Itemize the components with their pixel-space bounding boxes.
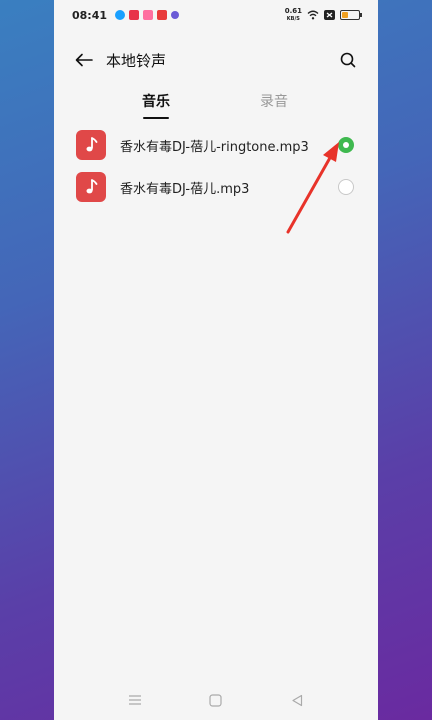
music-file-icon [76, 130, 106, 160]
home-button[interactable] [204, 688, 228, 712]
status-time: 08:41 [72, 8, 108, 22]
page-title: 本地铃声 [106, 51, 167, 70]
qq-icon [115, 10, 126, 20]
tab-music[interactable]: 音乐 [106, 88, 206, 120]
list-item[interactable]: 香水有毒DJ-蓓儿-ringtone.mp3 [54, 124, 378, 166]
search-button[interactable] [336, 48, 360, 72]
app-notification-icon [171, 11, 180, 19]
back-triangle-icon [292, 694, 303, 706]
phone-screen: 08:41 0.61 KB/S 本地铃声 音乐 录音 香水有毒DJ-蓓儿-rin… [54, 0, 378, 720]
ringtone-list: 香水有毒DJ-蓓儿-ringtone.mp3 香水有毒DJ-蓓儿.mp3 [54, 124, 378, 208]
tab-bar: 音乐 录音 [54, 88, 378, 122]
radio-button-selected[interactable] [338, 137, 354, 153]
music-file-icon [76, 172, 106, 202]
app-notification-icon [143, 10, 154, 20]
app-notification-icon [157, 10, 168, 20]
file-name: 香水有毒DJ-蓓儿-ringtone.mp3 [120, 139, 309, 155]
back-nav-button[interactable] [285, 688, 309, 712]
home-square-icon [209, 693, 223, 707]
network-speed-unit: KB/S [286, 15, 300, 22]
music-note-icon [86, 137, 98, 152]
network-speed: 0.61 KB/S [284, 6, 302, 23]
header: 本地铃声 [54, 42, 378, 78]
system-nav-bar [54, 680, 378, 720]
notification-icons [115, 10, 180, 20]
active-tab-indicator [143, 117, 169, 119]
tab-recording[interactable]: 录音 [224, 88, 324, 120]
file-name: 香水有毒DJ-蓓儿.mp3 [120, 181, 250, 197]
battery-icon [340, 10, 362, 20]
app-notification-icon [129, 10, 140, 20]
back-button[interactable] [72, 48, 96, 72]
status-indicators: 0.61 KB/S [284, 6, 362, 23]
music-note-icon [86, 179, 98, 194]
arrow-left-icon [75, 53, 93, 67]
radio-button[interactable] [338, 179, 354, 195]
menu-button[interactable] [123, 688, 147, 712]
no-signal-icon [324, 10, 335, 20]
search-icon [340, 52, 356, 68]
menu-icon [128, 695, 141, 705]
status-bar: 08:41 0.61 KB/S [54, 0, 378, 30]
wifi-icon [307, 10, 319, 20]
list-item[interactable]: 香水有毒DJ-蓓儿.mp3 [54, 166, 378, 208]
network-speed-value: 0.61 [284, 6, 302, 15]
